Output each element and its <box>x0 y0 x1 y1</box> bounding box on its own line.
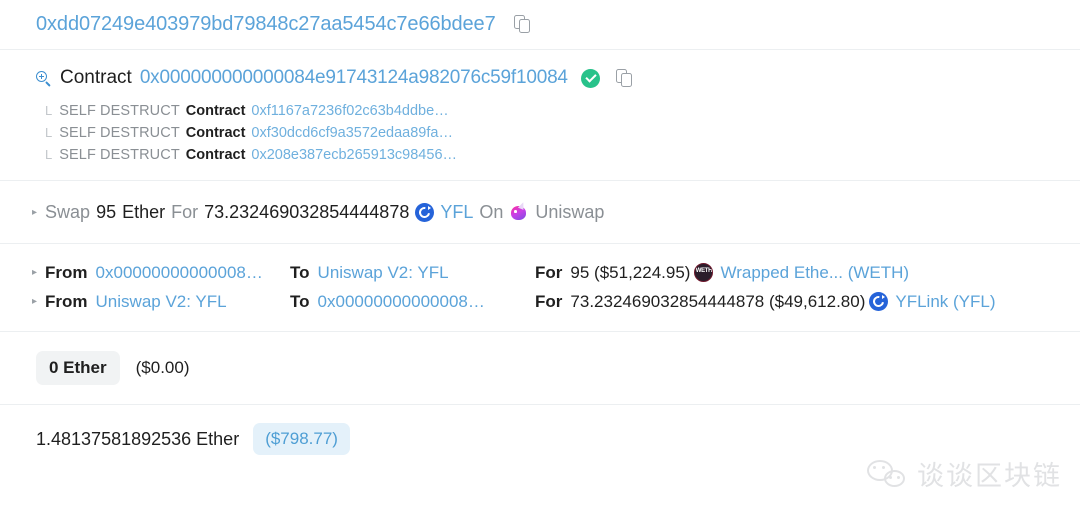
swap-summary-row: ▸ Swap 95 Ether For 73.23246903285444487… <box>0 181 1080 243</box>
swap-on-label: On <box>479 201 504 222</box>
expand-caret-icon[interactable]: ▸ <box>32 207 37 218</box>
swap-action-label: Swap <box>45 201 91 222</box>
self-destruct-row: L SELF DESTRUCT Contract 0x208e387ecb265… <box>36 144 1080 166</box>
from-address-link[interactable]: 0x00000000000008… <box>96 263 263 283</box>
self-destruct-list: L SELF DESTRUCT Contract 0xf1167a7236f02… <box>36 100 1080 166</box>
transfer-from-column: From Uniswap V2: YFL <box>45 292 290 312</box>
token-transfers-row: ▸ From 0x00000000000008… To Uniswap V2: … <box>0 244 1080 331</box>
transaction-hash-row: 0xdd07249e403979bd79848c27aa5454c7e66bde… <box>0 0 1080 49</box>
swap-for-label: For <box>171 201 199 222</box>
self-destruct-contract-label: Contract <box>185 125 246 141</box>
transaction-hash-link[interactable]: 0xdd07249e403979bd79848c27aa5454c7e66bde… <box>36 13 496 36</box>
to-label: To <box>290 291 310 311</box>
weth-token-icon: WETH <box>694 263 714 282</box>
from-label: From <box>45 291 88 311</box>
tree-corner-icon: L <box>45 146 53 162</box>
transfer-for-column: For 95 ($51,224.95) WETH Wrapped Ethe...… <box>535 263 909 283</box>
transfer-amount: 73.232469032854444878 ($49,612.80) <box>570 291 866 311</box>
self-destruct-contract-label: Contract <box>185 147 246 163</box>
self-destruct-address-link[interactable]: 0x208e387ecb265913c98456… <box>251 147 457 163</box>
swap-exchange-label: Uniswap <box>535 201 605 222</box>
self-destruct-row: L SELF DESTRUCT Contract 0xf1167a7236f02… <box>36 100 1080 122</box>
transfer-to-column: To 0x00000000000008… <box>290 292 535 312</box>
transfer-for-column: For 73.232469032854444878 ($49,612.80) Y… <box>535 291 996 312</box>
yfl-token-icon <box>869 292 889 311</box>
yfl-token-icon <box>415 202 435 222</box>
self-destruct-contract-label: Contract <box>185 103 246 119</box>
expand-caret-icon[interactable]: ▸ <box>32 267 37 278</box>
contract-label: Contract <box>60 67 132 88</box>
transaction-fee-row: 1.48137581892536 Ether ($798.77) <box>0 405 1080 473</box>
token-transfer-item: ▸ From 0x00000000000008… To Uniswap V2: … <box>32 258 1080 287</box>
transfer-amount: 95 ($51,224.95) <box>570 262 691 282</box>
fee-amount: 1.48137581892536 Ether <box>36 428 240 449</box>
weth-icon-text: WETH <box>695 268 713 274</box>
for-label: For <box>535 291 563 311</box>
transfer-from-column: From 0x00000000000008… <box>45 263 290 283</box>
copy-icon[interactable] <box>615 68 633 88</box>
value-fiat: ($0.00) <box>135 358 190 377</box>
magnifier-plus-icon[interactable] <box>36 71 52 87</box>
verified-check-icon[interactable] <box>580 68 600 88</box>
contract-row: Contract 0x000000000000084e91743124a9820… <box>0 50 1080 180</box>
self-destruct-kind: SELF DESTRUCT <box>59 103 180 119</box>
self-destruct-kind: SELF DESTRUCT <box>59 147 180 163</box>
value-row: 0 Ether ($0.00) <box>0 332 1080 404</box>
from-label: From <box>45 262 88 282</box>
value-amount-badge: 0 Ether <box>36 351 120 385</box>
fee-fiat-badge: ($798.77) <box>253 423 350 455</box>
from-address-link[interactable]: Uniswap V2: YFL <box>96 292 227 312</box>
swap-amount-in: 95 <box>96 201 117 222</box>
to-address-link[interactable]: Uniswap V2: YFL <box>318 263 449 283</box>
to-address-link[interactable]: 0x00000000000008… <box>318 292 485 312</box>
self-destruct-address-link[interactable]: 0xf1167a7236f02c63b4ddbe… <box>251 103 448 119</box>
swap-amount-out: 73.232469032854444878 <box>204 201 410 222</box>
tree-corner-icon: L <box>45 102 53 118</box>
self-destruct-row: L SELF DESTRUCT Contract 0xf30dcd6cf9a35… <box>36 122 1080 144</box>
token-transfer-item: ▸ From Uniswap V2: YFL To 0x000000000000… <box>32 287 1080 316</box>
swap-token-out-link[interactable]: YFL <box>440 202 473 223</box>
copy-icon[interactable] <box>513 15 531 34</box>
self-destruct-address-link[interactable]: 0xf30dcd6cf9a3572edaa89fa… <box>251 125 453 141</box>
expand-caret-icon[interactable]: ▸ <box>32 296 37 307</box>
to-label: To <box>290 262 310 282</box>
swap-token-in: Ether <box>122 201 166 222</box>
transfer-token-link[interactable]: YFLink (YFL) <box>895 292 995 312</box>
uniswap-unicorn-icon <box>509 201 529 222</box>
transfer-to-column: To Uniswap V2: YFL <box>290 263 535 283</box>
self-destruct-kind: SELF DESTRUCT <box>59 125 180 141</box>
transfer-token-link[interactable]: Wrapped Ethe... (WETH) <box>720 263 909 283</box>
for-label: For <box>535 262 563 282</box>
contract-main-line: Contract 0x000000000000084e91743124a9820… <box>36 64 1080 92</box>
tree-corner-icon: L <box>45 124 53 140</box>
transaction-detail-panel: 0xdd07249e403979bd79848c27aa5454c7e66bde… <box>0 0 1080 521</box>
contract-address-link[interactable]: 0x000000000000084e91743124a982076c59f100… <box>140 67 568 89</box>
